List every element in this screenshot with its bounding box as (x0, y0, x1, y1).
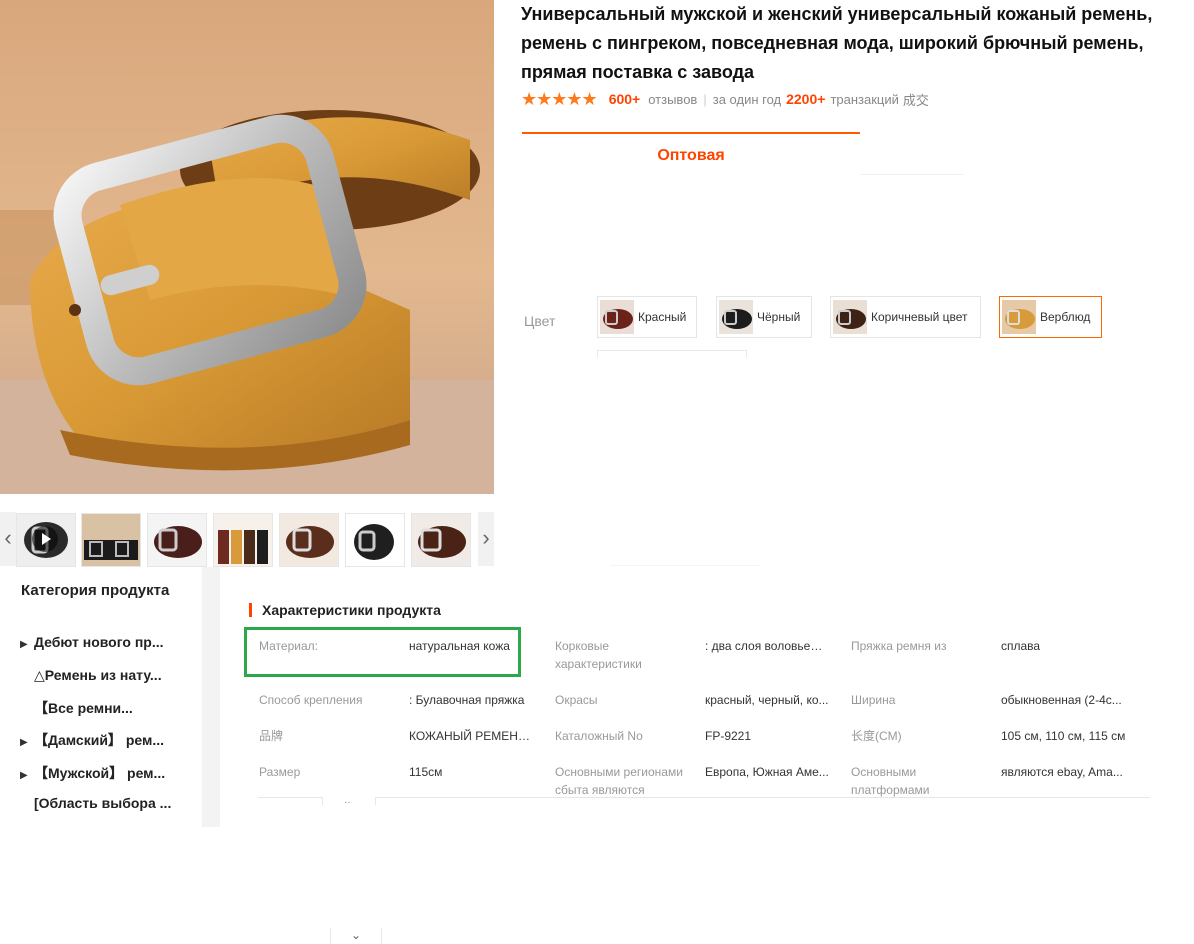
spec-key: Пряжка ремня из (851, 639, 947, 653)
spec-value: обыкновенная (2-4с... (1001, 693, 1122, 707)
spec-key: Корковые характеристики (555, 639, 642, 671)
annual-label: за один год (712, 91, 782, 107)
spec-value: красный, черный, ко... (705, 693, 829, 707)
spec-value: : Булавочная пряжка (409, 693, 525, 707)
swatch-label: Верблюд (1040, 310, 1091, 324)
transactions-label: транзакций (830, 91, 899, 107)
caret-right-icon: ▶ (20, 770, 28, 781)
swatch-image (719, 300, 753, 334)
color-option-black[interactable]: Чёрный (716, 296, 812, 338)
spec-value: Европа, Южная Аме... (705, 765, 829, 779)
transactions-count: 2200+ (786, 91, 826, 107)
transactions-suffix: 成交 (902, 92, 929, 108)
category-label: △Ремень из нату... (34, 667, 162, 683)
category-item-women[interactable]: ▶ 【Дамский】 рем... (20, 730, 185, 750)
chevron-down-icon: ⌄ (350, 928, 362, 942)
belt-photo (0, 0, 494, 494)
thumbnail-3[interactable] (147, 513, 207, 567)
spec-key: Основными платформами (851, 765, 930, 797)
chevron-left-icon: ‹ (4, 525, 12, 550)
tab-divider (860, 134, 964, 175)
chevron-right-icon: › (482, 525, 490, 550)
tab-wholesale[interactable]: Оптовая (522, 132, 860, 176)
swatch-label: Коричневый цвет (871, 310, 968, 324)
specs-title: Характеристики продукта (249, 603, 441, 617)
thumbnail-6[interactable] (345, 513, 405, 567)
category-item-leather-belt[interactable]: △Ремень из нату... (20, 667, 185, 684)
swatch-image (833, 300, 867, 334)
category-item-selection[interactable]: [Область выбора ... (20, 795, 185, 811)
swatch-image (600, 300, 634, 334)
category-title: Категория продукта (21, 582, 170, 599)
spec-value: сплава (1001, 639, 1041, 653)
expand-dots: ·· (344, 797, 351, 808)
spec-value: КОЖАНЫЙ РЕМЕНЬ ... (409, 729, 533, 743)
spec-key: Ширина (851, 693, 896, 707)
category-item-all-belts[interactable]: 【Все ремни... (20, 698, 185, 718)
thumb-next-button[interactable]: › (478, 512, 494, 566)
swatch-label: Красный (638, 310, 687, 324)
spec-value: являются ebay, Ama... (1001, 765, 1123, 779)
specs-bottom-rule (258, 797, 1150, 798)
swatch-label: Чёрный (757, 310, 801, 324)
caret-right-icon: ▶ (20, 639, 28, 650)
spec-key: 品牌 (259, 729, 284, 743)
category-item-men[interactable]: ▶ 【Мужской】 рем... (20, 763, 185, 783)
video-play-icon[interactable] (32, 526, 58, 552)
thumbnail-5[interactable] (279, 513, 339, 567)
category-label: 【Дамский】 рем... (34, 732, 165, 748)
expand-more-button[interactable]: ⌄ (330, 928, 382, 944)
sidebar-gutter (202, 567, 220, 827)
caret-right-icon: ▶ (20, 737, 28, 748)
category-item-new-debut[interactable]: ▶ Дебют нового пр... (20, 634, 185, 650)
category-sidebar (0, 567, 202, 827)
spec-key: Размер (259, 765, 301, 779)
category-label: Дебют нового пр... (34, 634, 164, 650)
rating-stars-icon: ★★★★★ (521, 88, 598, 109)
main-product-image[interactable] (0, 0, 494, 494)
swatch-image (1002, 300, 1036, 334)
spec-value: 105 см, 110 см, 115 см (1001, 729, 1126, 743)
color-option-brown[interactable]: Коричневый цвет (830, 296, 981, 338)
divider (610, 565, 760, 566)
spec-key: Способ крепления (259, 693, 363, 707)
category-label: 【Мужской】 рем... (34, 765, 166, 781)
color-option-camel[interactable]: Верблюд (999, 296, 1102, 338)
swatch-placeholder (597, 350, 747, 357)
spec-value: 115см (409, 765, 443, 779)
category-label: 【Все ремни... (34, 700, 133, 716)
reviews-label: отзывов (648, 91, 698, 107)
color-option-red[interactable]: Красный (597, 296, 697, 338)
spec-key: Каталожный No (555, 729, 643, 743)
category-label: [Область выбора ... (34, 795, 172, 811)
spec-key: Окрасы (555, 693, 598, 707)
highlight-box (244, 627, 521, 677)
color-label: Цвет (524, 313, 556, 329)
spec-key: Основными регионами сбыта являются (555, 765, 683, 797)
spec-value: FP-9221 (705, 729, 752, 743)
thumbnail-1[interactable] (16, 513, 76, 567)
thumbnail-2[interactable] (81, 513, 141, 567)
spec-key: 长度(CM) (851, 729, 902, 743)
thumbnail-7[interactable] (411, 513, 471, 567)
thumb-prev-button[interactable]: ‹ (0, 512, 16, 566)
product-title: Универсальный мужской и женский универса… (521, 4, 1153, 82)
divider: | (703, 91, 707, 107)
reviews-count[interactable]: 600+ (609, 91, 641, 107)
rating-row: ★★★★★ 600+ отзывов | за один год 2200+ т… (521, 89, 929, 109)
thumbnail-4[interactable] (213, 513, 273, 567)
spec-value: : два слоя воловьей ... (705, 639, 829, 653)
